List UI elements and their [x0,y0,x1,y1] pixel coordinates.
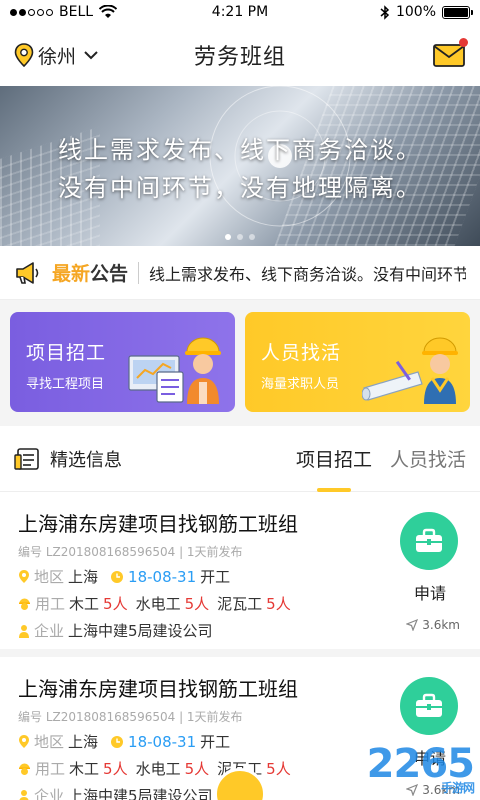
item-workers-row: 用工 木工5人 水电工5人 泥瓦工5人 [18,593,462,614]
status-right: 100% [380,4,473,20]
carrier-label: BELL [59,4,94,20]
worker-with-blueprint-icon [362,337,458,404]
page-title: 劳务班组 [193,45,287,70]
city-selector[interactable]: 徐州 [14,42,98,69]
announcement-text: 线上需求发布、线下商务洽谈。没有中间环节 [149,264,466,284]
distance: 3.6km [406,618,460,632]
item-meta: 编号 LZ201808168596504 | 1天前发布 [18,545,243,559]
item-title: 上海浦东房建项目找钢筋工班组 [18,677,298,701]
briefcase-icon [416,693,442,717]
tab-bar: 项目招工 人员找活 [296,445,466,472]
company-icon [19,624,29,638]
item-company-row: 企业 上海中建5局建设公司 [18,620,462,641]
wifi-icon [99,5,118,18]
list-item[interactable]: 上海浦东房建项目找钢筋工班组 编号 LZ201808168596504 | 1天… [0,492,480,657]
selected-info-header: 精选信息 项目招工 人员找活 [0,426,480,492]
banner-line-1: 线上需求发布、线下商务洽谈。 [58,136,422,164]
card-project-recruit[interactable]: 项目招工 寻找工程项目 [10,312,235,412]
banner-line-2: 没有中间环节，没有地理隔离。 [58,174,422,202]
clock-icon [111,570,124,583]
location-pin-icon [19,570,29,583]
card-find-work[interactable]: 人员找活 海量求职人员 [245,312,470,412]
unread-dot [459,38,468,47]
news-list-icon [14,447,39,470]
category-cards: 项目招工 寻找工程项目 人员找活 海量求职人员 [0,300,480,426]
status-left: BELL [10,4,118,20]
signal-icon [10,8,53,16]
item-meta: 编号 LZ201808168596504 | 1天前发布 [18,710,243,724]
chevron-down-icon [84,51,98,60]
megaphone-icon [16,261,39,284]
battery-percent: 100% [395,4,436,20]
worker-icon [19,598,30,610]
worker-with-chart-icon [128,337,221,404]
banner-decoration [209,86,351,227]
location-pin-icon [14,43,34,67]
battery-icon [442,5,473,19]
watermark-logo: 2265 手游网 [366,741,475,795]
apply-button[interactable] [400,677,458,735]
navigation-arrow-icon [406,619,419,631]
header: 徐州 劳务班组 [0,24,480,86]
clock-icon [111,735,124,748]
tab-find-work[interactable]: 人员找活 [390,445,466,472]
tab-project-recruit[interactable]: 项目招工 [296,445,372,472]
location-pin-icon [19,735,29,748]
announcement-bar[interactable]: 最新公告 线上需求发布、线下商务洽谈。没有中间环节 [0,246,480,300]
bluetooth-icon [380,4,390,20]
item-title: 上海浦东房建项目找钢筋工班组 [18,512,298,536]
divider [138,261,140,284]
announcement-label: 最新公告 [52,263,129,285]
company-icon [19,789,29,800]
banner-carousel[interactable]: 线上需求发布、线下商务洽谈。 没有中间环节，没有地理隔离。 [0,86,480,246]
city-label: 徐州 [38,45,77,68]
apply-label[interactable]: 申请 [414,580,446,604]
carousel-indicator [225,234,255,240]
section-title: 精选信息 [50,449,122,471]
briefcase-icon [416,528,442,552]
item-region-row: 地区 上海 18-08-31 开工 [18,566,462,587]
message-button[interactable] [432,38,468,68]
status-bar: BELL 4:21 PM 100% [0,0,480,24]
apply-button[interactable] [400,512,458,570]
clock: 4:21 PM [211,4,269,20]
worker-icon [19,763,30,775]
